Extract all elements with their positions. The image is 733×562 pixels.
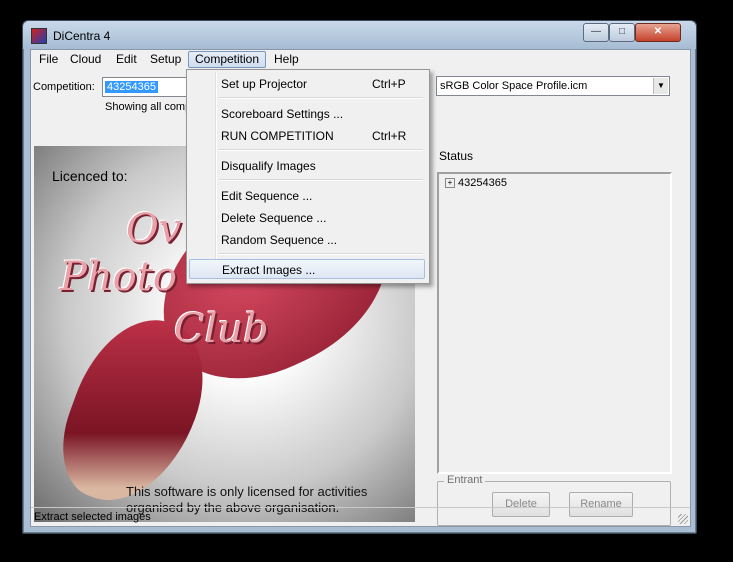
club-logo-line2: Photo (60, 254, 177, 300)
expand-icon[interactable]: + (445, 178, 455, 189)
minimize-button[interactable]: — (583, 23, 609, 42)
tree-item[interactable]: +43254365 (445, 177, 507, 189)
close-button[interactable]: ✕ (635, 23, 681, 42)
menu-set-up-projector[interactable]: Set up Projector Ctrl+P (189, 74, 425, 94)
menu-item-label: Edit Sequence ... (221, 189, 313, 203)
menu-extract-images[interactable]: Extract Images ... (189, 259, 425, 279)
color-profile-value: sRGB Color Space Profile.icm (440, 80, 588, 92)
menu-random-sequence[interactable]: Random Sequence ... (189, 230, 425, 250)
competition-select[interactable]: 43254365 (102, 77, 194, 97)
menu-item-label: Extract Images ... (222, 263, 316, 277)
menu-item-shortcut: Ctrl+R (372, 129, 407, 143)
licence-notice-line1: This software is only licensed for activ… (126, 484, 368, 499)
competition-label: Competition: (33, 81, 95, 93)
menu-file[interactable]: File (33, 52, 64, 67)
app-logo-icon (31, 28, 47, 44)
status-bar-text: Extract selected images (34, 511, 151, 523)
menu-bar: File Cloud Edit Setup Competition Help (31, 50, 690, 69)
status-label: Status (439, 149, 474, 163)
tree-item-label: 43254365 (458, 177, 507, 189)
chevron-down-icon[interactable]: ▼ (653, 78, 668, 94)
licenced-to-label: Licenced to: (52, 168, 128, 184)
menu-scoreboard-settings[interactable]: Scoreboard Settings ... (189, 104, 425, 124)
resize-grip-icon[interactable] (678, 514, 688, 524)
maximize-button[interactable]: □ (609, 23, 635, 42)
menu-item-label: Random Sequence ... (221, 233, 338, 247)
menu-setup[interactable]: Setup (144, 52, 187, 67)
menu-edit-sequence[interactable]: Edit Sequence ... (189, 186, 425, 206)
menu-separator (219, 179, 423, 181)
status-bar: Extract selected images (31, 507, 690, 526)
club-logo-line1: Ov (126, 206, 182, 252)
menu-separator (219, 97, 423, 99)
menu-help[interactable]: Help (268, 52, 305, 67)
menu-item-label: RUN COMPETITION (221, 129, 334, 143)
menu-item-label: Scoreboard Settings ... (221, 107, 344, 121)
menu-item-label: Disqualify Images (221, 159, 316, 173)
club-logo-line3: Club (174, 306, 269, 352)
status-tree[interactable]: +43254365 (437, 172, 672, 474)
title-bar[interactable]: DiCentra 4 — □ ✕ (23, 21, 696, 49)
menu-item-label: Delete Sequence ... (221, 211, 327, 225)
competition-value: 43254365 (105, 81, 158, 93)
menu-delete-sequence[interactable]: Delete Sequence ... (189, 208, 425, 228)
window-title: DiCentra 4 (53, 29, 111, 43)
competition-menu: Set up Projector Ctrl+P Scoreboard Setti… (186, 69, 430, 284)
menu-disqualify-images[interactable]: Disqualify Images (189, 156, 425, 176)
menu-competition[interactable]: Competition (188, 51, 267, 68)
showing-text: Showing all comp (105, 101, 192, 113)
menu-item-label: Set up Projector (221, 77, 308, 91)
menu-item-shortcut: Ctrl+P (372, 77, 406, 91)
color-profile-select[interactable]: sRGB Color Space Profile.icm ▼ (436, 76, 670, 96)
menu-run-competition[interactable]: RUN COMPETITION Ctrl+R (189, 126, 425, 146)
menu-separator (219, 253, 423, 255)
menu-cloud[interactable]: Cloud (64, 52, 107, 67)
menu-edit[interactable]: Edit (110, 52, 143, 67)
menu-separator (219, 149, 423, 151)
entrant-title: Entrant (444, 474, 486, 486)
